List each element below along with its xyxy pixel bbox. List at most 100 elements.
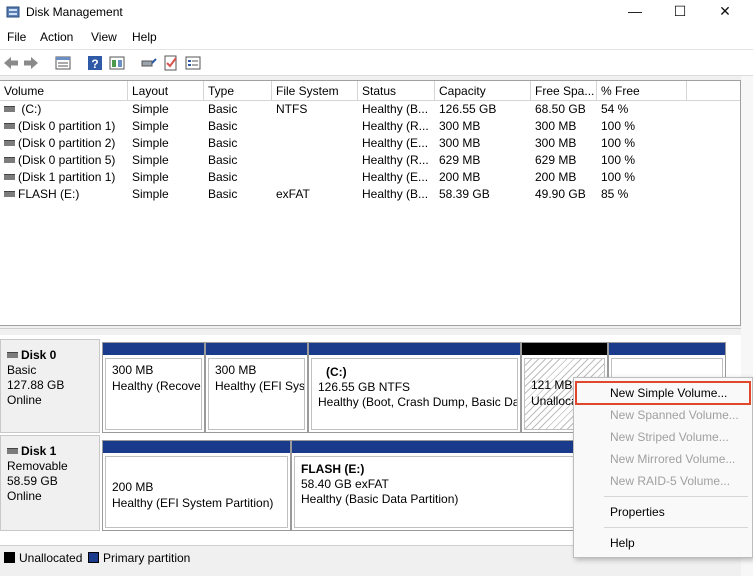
capacity-cell: 300 MB <box>439 136 481 150</box>
column-layout[interactable]: Layout <box>128 81 204 101</box>
pct-cell: 100 % <box>601 170 636 184</box>
menu-view[interactable]: View <box>91 30 117 44</box>
type-cell: Basic <box>208 187 238 201</box>
partition-status: Healthy (Recove <box>112 379 201 393</box>
menu-properties[interactable]: Properties <box>574 502 752 522</box>
svg-text:?: ? <box>91 57 98 71</box>
disk-list-icon[interactable] <box>54 54 72 72</box>
free-cell: 200 MB <box>535 170 577 184</box>
primary-partition-bar <box>103 441 290 453</box>
fs-cell: exFAT <box>276 187 310 201</box>
disk-name: Disk 1 <box>21 444 57 458</box>
console-icon[interactable] <box>108 54 126 72</box>
partition-status: Healthy (Boot, Crash Dump, Basic Dat <box>318 395 518 409</box>
column-volume[interactable]: Volume <box>0 81 128 101</box>
type-cell: Basic <box>208 153 238 167</box>
menu-file[interactable]: File <box>7 30 26 44</box>
column-file-system[interactable]: File System <box>272 81 358 101</box>
fs-cell <box>272 135 358 152</box>
menu-help-item[interactable]: Help <box>574 533 752 553</box>
pane-splitter[interactable] <box>0 328 741 334</box>
connect-icon[interactable] <box>140 54 158 72</box>
pct-cell: 100 % <box>601 153 636 167</box>
disk0-label[interactable]: Disk 0 Basic 127.88 GB Online <box>0 339 100 433</box>
close-button[interactable]: ✕ <box>702 0 748 25</box>
menu-new-mirrored-volume[interactable]: New Mirrored Volume... <box>574 449 752 469</box>
table-row[interactable]: (Disk 0 partition 1) Simple Basic Health… <box>0 118 740 135</box>
volume-icon <box>4 190 15 197</box>
volume-icon <box>4 122 15 129</box>
menu-new-raid5-volume[interactable]: New RAID-5 Volume... <box>574 471 752 491</box>
table-row[interactable]: FLASH (E:) Simple Basic exFAT Healthy (B… <box>0 186 740 203</box>
column-percent-free[interactable]: % Free <box>597 81 687 101</box>
menu-new-striped-volume[interactable]: New Striped Volume... <box>574 427 752 447</box>
partition-status: Healthy (EFI System Partition) <box>112 496 274 510</box>
layout-cell: Simple <box>132 102 169 116</box>
disk-size: 127.88 GB <box>7 378 65 392</box>
type-cell: Basic <box>208 119 238 133</box>
table-row[interactable]: (Disk 1 partition 1) Simple Basic Health… <box>0 169 740 186</box>
table-row[interactable]: (Disk 0 partition 2) Simple Basic Health… <box>0 135 740 152</box>
primary-partition-bar <box>206 343 307 355</box>
menu-bar: File Action View Help <box>0 25 753 49</box>
layout-cell: Simple <box>132 119 169 133</box>
free-cell: 49.90 GB <box>535 187 586 201</box>
layout-cell: Simple <box>132 153 169 167</box>
volume-cell: (Disk 0 partition 1) <box>0 118 128 135</box>
context-menu: New Simple Volume... New Spanned Volume.… <box>573 377 753 558</box>
unallocated-swatch <box>4 552 15 563</box>
status-cell: Healthy (R... <box>362 119 429 133</box>
pct-cell: 100 % <box>601 119 636 133</box>
partition-size: 300 MB <box>112 363 154 377</box>
volume-icon <box>4 139 15 146</box>
volume-cell: (C:) <box>0 101 128 118</box>
capacity-cell: 300 MB <box>439 119 481 133</box>
forward-icon[interactable] <box>22 54 40 72</box>
partition-disk1-efi[interactable]: 200 MB Healthy (EFI System Partition) <box>102 440 291 531</box>
layout-cell: Simple <box>132 136 169 150</box>
disk-kind: Basic <box>7 363 37 377</box>
properties-icon[interactable] <box>184 54 202 72</box>
disk-name: Disk 0 <box>21 348 57 362</box>
disk1-label[interactable]: Disk 1 Removable 58.59 GB Online <box>0 435 100 531</box>
partition-disk0-efi[interactable]: 300 MB Healthy (EFI Syst <box>205 342 308 433</box>
layout-cell: Simple <box>132 170 169 184</box>
window-title: Disk Management <box>26 5 123 19</box>
volume-icon <box>4 105 15 112</box>
check-icon[interactable] <box>162 54 180 72</box>
partition-size: 126.55 GB NTFS <box>318 380 411 394</box>
column-status[interactable]: Status <box>358 81 435 101</box>
help-icon[interactable]: ? <box>86 54 104 72</box>
partition-disk0-recovery[interactable]: 300 MB Healthy (Recove <box>102 342 205 433</box>
disk-icon <box>7 447 18 454</box>
fs-cell <box>272 118 358 135</box>
status-cell: Healthy (E... <box>362 136 429 150</box>
menu-action[interactable]: Action <box>40 30 73 44</box>
partition-disk0-c[interactable]: (C:) 126.55 GB NTFS Healthy (Boot, Crash… <box>308 342 521 433</box>
minimize-button[interactable]: — <box>612 0 658 25</box>
primary-partition-bar <box>609 343 725 355</box>
title-bar: Disk Management — ☐ ✕ <box>0 0 753 25</box>
capacity-cell: 126.55 GB <box>439 102 497 116</box>
capacity-cell: 58.39 GB <box>439 187 490 201</box>
maximize-button[interactable]: ☐ <box>657 0 703 25</box>
partition-body: 300 MB Healthy (EFI Syst <box>208 358 305 430</box>
table-row[interactable]: (Disk 0 partition 5) Simple Basic Health… <box>0 152 740 169</box>
volume-list[interactable]: Volume Layout Type File System Status Ca… <box>0 80 741 326</box>
back-icon[interactable] <box>2 54 20 72</box>
partition-size: 200 MB <box>112 480 154 494</box>
menu-separator <box>604 496 748 497</box>
primary-partition-bar <box>309 343 520 355</box>
disk-icon <box>7 351 18 358</box>
column-type[interactable]: Type <box>204 81 272 101</box>
column-capacity[interactable]: Capacity <box>435 81 531 101</box>
status-cell: Healthy (B... <box>362 102 429 116</box>
free-cell: 300 MB <box>535 119 577 133</box>
menu-help[interactable]: Help <box>132 30 157 44</box>
table-row[interactable]: (C:) Simple Basic NTFS Healthy (B... 126… <box>0 101 740 118</box>
menu-new-simple-volume[interactable]: New Simple Volume... <box>574 383 752 403</box>
partition-body: 300 MB Healthy (Recove <box>105 358 202 430</box>
menu-new-spanned-volume[interactable]: New Spanned Volume... <box>574 405 752 425</box>
column-free-space[interactable]: Free Spa... <box>531 81 597 101</box>
layout-cell: Simple <box>132 187 169 201</box>
